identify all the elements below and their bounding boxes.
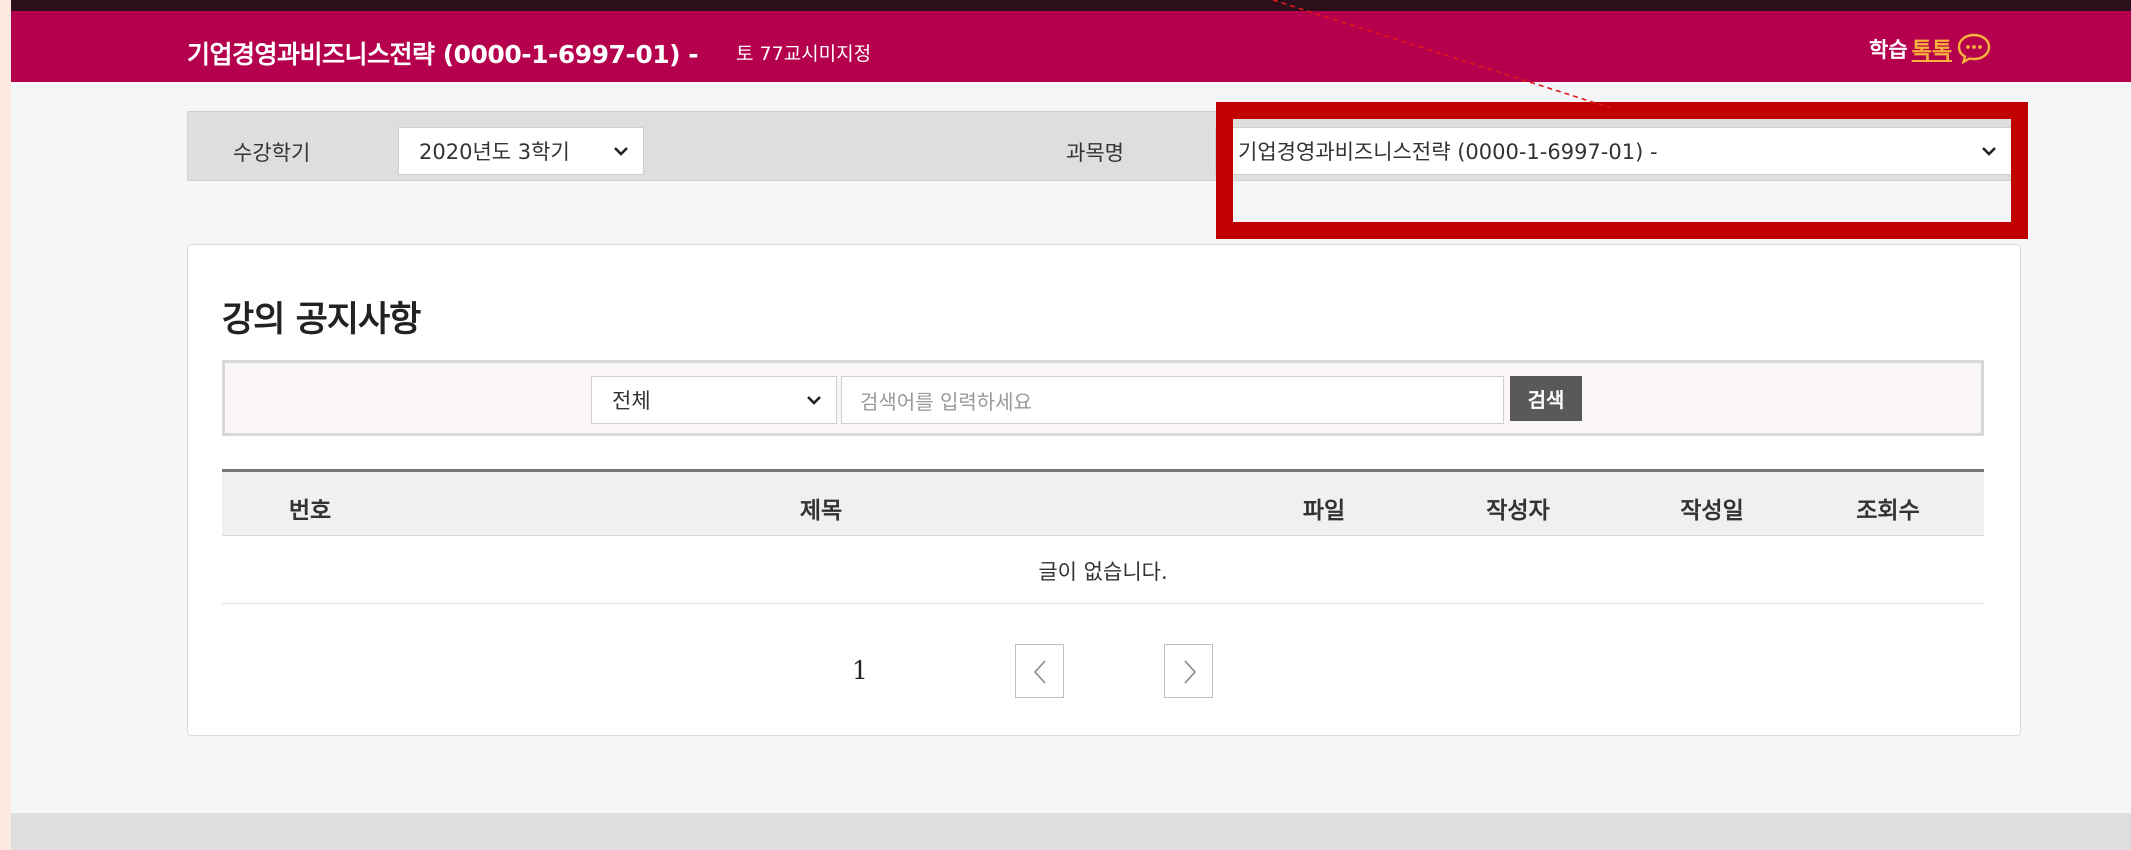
chevron-down-icon <box>807 396 821 405</box>
course-schedule: 토 77교시미지정 <box>736 43 872 65</box>
search-type-value: 전체 <box>612 389 651 413</box>
search-placeholder: 검색어를 입력하세요 <box>860 389 1032 414</box>
semester-label: 수강학기 <box>233 141 311 165</box>
highlight-annotation-box <box>1216 102 2028 239</box>
column-number: 번호 <box>288 498 332 524</box>
page-title: 강의 공지사항 <box>222 300 421 340</box>
chat-bubble-icon <box>1956 31 1992 67</box>
talk-brand: 톡톡 <box>1911 39 1953 64</box>
prev-page-button[interactable] <box>1015 644 1064 698</box>
talk-label: 학습 <box>1869 38 1908 62</box>
footer <box>11 813 2131 850</box>
semester-select[interactable]: 2020년도 3학기 <box>398 127 644 175</box>
page: 기업경영과비즈니스전략 (0000-1-6997-01) - 토 77교시미지정… <box>11 0 2131 850</box>
course-title: 기업경영과비즈니스전략 (0000-1-6997-01) - <box>187 40 699 69</box>
column-views: 조회수 <box>1856 498 1920 524</box>
course-label: 과목명 <box>1066 141 1124 165</box>
next-page-button[interactable] <box>1164 644 1213 698</box>
column-date: 작성일 <box>1680 498 1744 524</box>
notice-card: 강의 공지사항 전체 검색어를 입력하세요 검색 번호 제목 파일 작성자 작성… <box>187 244 2021 736</box>
column-author: 작성자 <box>1486 498 1550 524</box>
semester-value: 2020년도 3학기 <box>419 140 570 164</box>
chevron-left-icon <box>1033 660 1046 684</box>
chevron-down-icon <box>614 147 628 156</box>
search-type-select[interactable]: 전체 <box>591 376 837 424</box>
chevron-right-icon <box>1184 660 1197 684</box>
table-header: 번호 제목 파일 작성자 작성일 조회수 <box>222 469 1984 536</box>
top-strip <box>11 0 2131 11</box>
column-title: 제목 <box>799 498 843 524</box>
search-input[interactable]: 검색어를 입력하세요 <box>841 376 1504 424</box>
course-header: 기업경영과비즈니스전략 (0000-1-6997-01) - 토 77교시미지정… <box>11 11 2131 82</box>
current-page-number[interactable]: 1 <box>852 656 868 685</box>
empty-message: 글이 없습니다. <box>1038 560 1168 584</box>
empty-table-row: 글이 없습니다. <box>222 536 1984 604</box>
column-file: 파일 <box>1302 498 1346 524</box>
search-bar: 전체 검색어를 입력하세요 검색 <box>222 360 1984 436</box>
search-button[interactable]: 검색 <box>1510 376 1582 421</box>
learning-talk-button[interactable]: 학습 톡톡 <box>1869 31 1992 67</box>
